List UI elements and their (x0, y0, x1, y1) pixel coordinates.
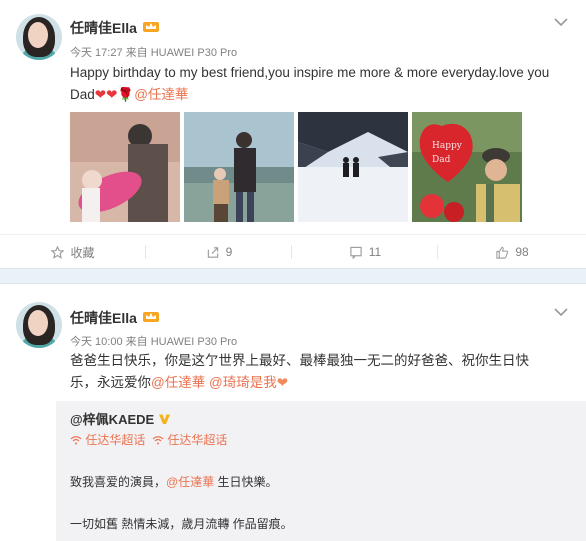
post-action-bar: 收藏 9 11 98 (0, 234, 586, 268)
mention-link[interactable]: @琦琦是我 (209, 375, 277, 390)
comment-icon (350, 246, 362, 259)
post-time[interactable]: 今天 17:27 (70, 47, 123, 59)
post-text: Happy birthday to my best friend,you ins… (70, 62, 570, 106)
photo-man-with-balloon[interactable]: Happy Dad (412, 112, 522, 222)
repost-text-suffix: 生日快樂。 (214, 475, 278, 489)
feed-divider (0, 268, 586, 284)
rose-emoji-icon: 🌹 (117, 87, 135, 102)
photo-child-with-umbrella[interactable] (70, 112, 180, 222)
comment-button[interactable]: 11 (292, 235, 438, 269)
like-count: 98 (515, 245, 529, 259)
supertopic-link[interactable]: 任达华超话 (152, 431, 227, 448)
photo-father-and-child[interactable] (184, 112, 294, 222)
repost-text-line2: 一切如舊 熱情未減，歲月流轉 作品留痕。 (70, 517, 293, 531)
weibo-post-1: 任晴佳Ella 今天 17:27 来自 HUAWEI P30 Pro Happy… (0, 0, 586, 268)
svg-text:Dad: Dad (432, 155, 451, 165)
weibo-post-2: 任晴佳Ella 今天 10:00 来自 HUAWEI P30 Pro 爸爸生日快… (0, 284, 586, 541)
author-avatar[interactable] (16, 14, 62, 60)
source-prefix: 来自 (125, 47, 148, 59)
repost-button[interactable]: 9 (146, 235, 292, 269)
supertopic-label: 任达华超话 (167, 433, 228, 447)
post-text-line2: Dad❤❤🌹@任達華 (70, 84, 570, 106)
star-icon (51, 245, 65, 259)
post-meta: 今天 17:27 来自 HUAWEI P30 Pro (70, 44, 237, 60)
supertopic-label: 任达华超话 (85, 433, 146, 447)
chevron-down-icon[interactable] (554, 17, 568, 27)
mention-link[interactable]: @任達華 (151, 375, 205, 390)
post-text: 爸爸生日快乐，你是这亇世界上最好、最棒最独一无二的好爸爸、祝你生日快 乐，永远爱… (70, 350, 570, 394)
photo-couple-in-snow[interactable] (298, 112, 408, 222)
post-text-line1: 爸爸生日快乐，你是这亇世界上最好、最棒最独一无二的好爸爸、祝你生日快 (70, 353, 529, 368)
svg-text:Happy: Happy (432, 141, 463, 151)
thumbs-up-icon (496, 246, 509, 259)
comment-count: 11 (368, 245, 382, 259)
author-avatar[interactable] (16, 302, 62, 348)
post-text-prefix: 乐，永远爱你 (70, 375, 151, 390)
supertopic-icon (70, 436, 82, 445)
post-meta: 今天 10:00 来自 HUAWEI P30 Pro (70, 333, 237, 349)
verified-v-icon (158, 414, 170, 424)
post-source[interactable]: HUAWEI P30 Pro (151, 336, 237, 348)
repost-icon (207, 246, 218, 258)
vip-crown-icon[interactable] (142, 19, 160, 33)
repost-text-line1: 致我喜爱的演員，@任達華 生日快樂。 (70, 473, 278, 490)
repost-author[interactable]: @梓佩KAEDE (70, 412, 154, 427)
mention-link[interactable]: @任達華 (166, 475, 214, 489)
like-button[interactable]: 98 (438, 235, 586, 269)
post-text-dad: Dad (70, 87, 95, 102)
reposted-content[interactable]: @梓佩KAEDE 任达华超话 任达华超话 致我喜爱的演員，@任達華 生日快樂。 … (56, 401, 586, 541)
vip-crown-icon[interactable] (142, 309, 160, 323)
source-prefix: 来自 (125, 336, 148, 348)
repost-count: 9 (225, 245, 233, 259)
post-time[interactable]: 今天 10:00 (70, 336, 123, 348)
heart-emoji-icon: ❤ (276, 375, 289, 390)
author-name[interactable]: 任晴佳Ella (70, 18, 137, 38)
favorite-label: 收藏 (70, 245, 95, 260)
author-name[interactable]: 任晴佳Ella (70, 308, 137, 328)
chevron-down-icon[interactable] (554, 307, 568, 317)
hearts-emoji-icon: ❤❤ (94, 87, 118, 102)
repost-text-prefix: 致我喜爱的演員， (70, 475, 167, 489)
favorite-button[interactable]: 收藏 (0, 235, 146, 269)
post-text-line2: 乐，永远爱你@任達華 @琦琦是我❤ (70, 372, 570, 394)
mention-link[interactable]: @任達華 (134, 87, 188, 102)
repost-author-row: @梓佩KAEDE (70, 409, 171, 428)
supertopic-icon (152, 436, 164, 445)
post-text-line1: Happy birthday to my best friend,you ins… (70, 65, 550, 80)
supertopic-link[interactable]: 任达华超话 (70, 431, 145, 448)
post-source[interactable]: HUAWEI P30 Pro (151, 47, 237, 59)
